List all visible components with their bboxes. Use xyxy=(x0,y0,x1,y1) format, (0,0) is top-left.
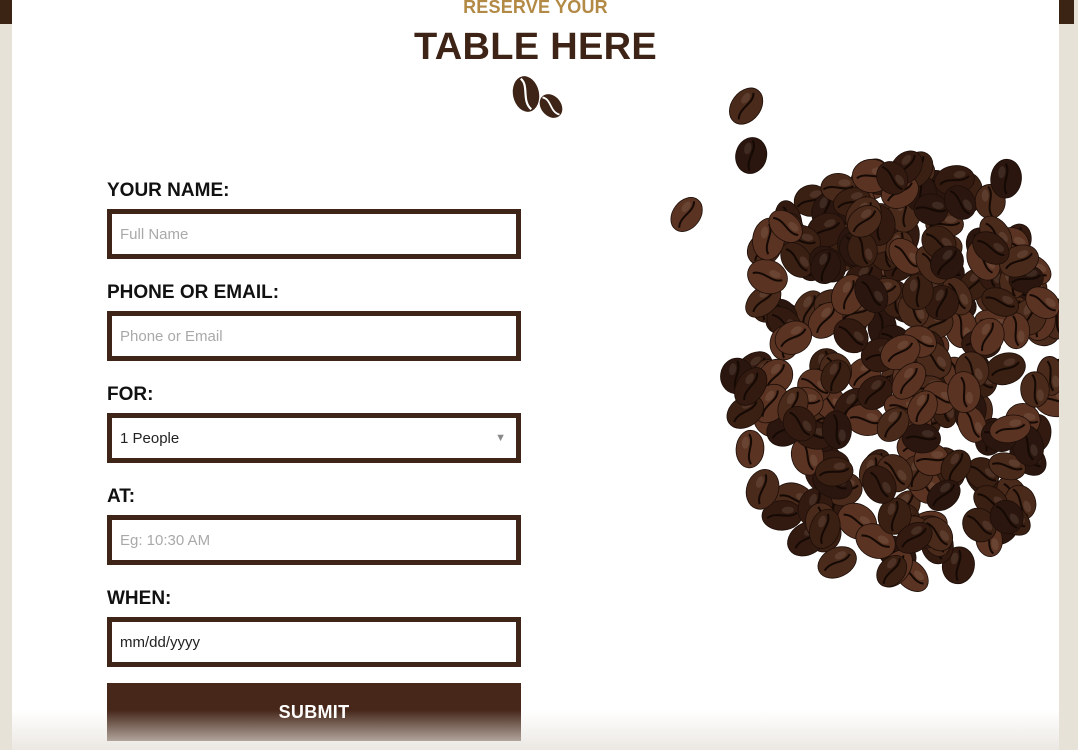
party-size-value: 1 People xyxy=(120,429,180,447)
reservation-modal: RESERVE YOUR TABLE HERE YOUR NAME: PHONE… xyxy=(12,0,1059,750)
submit-button[interactable]: SUBMIT xyxy=(107,683,521,741)
date-label: WHEN: xyxy=(107,588,172,609)
page-title: TABLE HERE xyxy=(414,26,657,68)
time-field[interactable] xyxy=(120,520,516,560)
name-field[interactable] xyxy=(120,214,516,254)
contact-field[interactable] xyxy=(120,316,516,356)
contact-field-box xyxy=(107,311,521,361)
date-field[interactable]: mm/dd/yyyy xyxy=(107,617,521,667)
chevron-down-icon: ▼ xyxy=(495,432,506,444)
time-label: AT: xyxy=(107,486,136,507)
party-size-select[interactable]: 1 People ▼ xyxy=(107,413,521,463)
name-label: YOUR NAME: xyxy=(107,180,230,201)
name-field-box xyxy=(107,209,521,259)
party-size-label: FOR: xyxy=(107,384,154,405)
page-top-strip-right xyxy=(1059,0,1074,24)
section-kicker: RESERVE YOUR xyxy=(463,0,608,17)
time-field-box xyxy=(107,515,521,565)
contact-label: PHONE OR EMAIL: xyxy=(107,282,280,303)
coffee-beans-image xyxy=(670,87,1059,592)
date-field-value: mm/dd/yyyy xyxy=(120,633,201,651)
coffee-beans-icon xyxy=(512,76,563,118)
page-top-strip-left xyxy=(0,0,12,24)
